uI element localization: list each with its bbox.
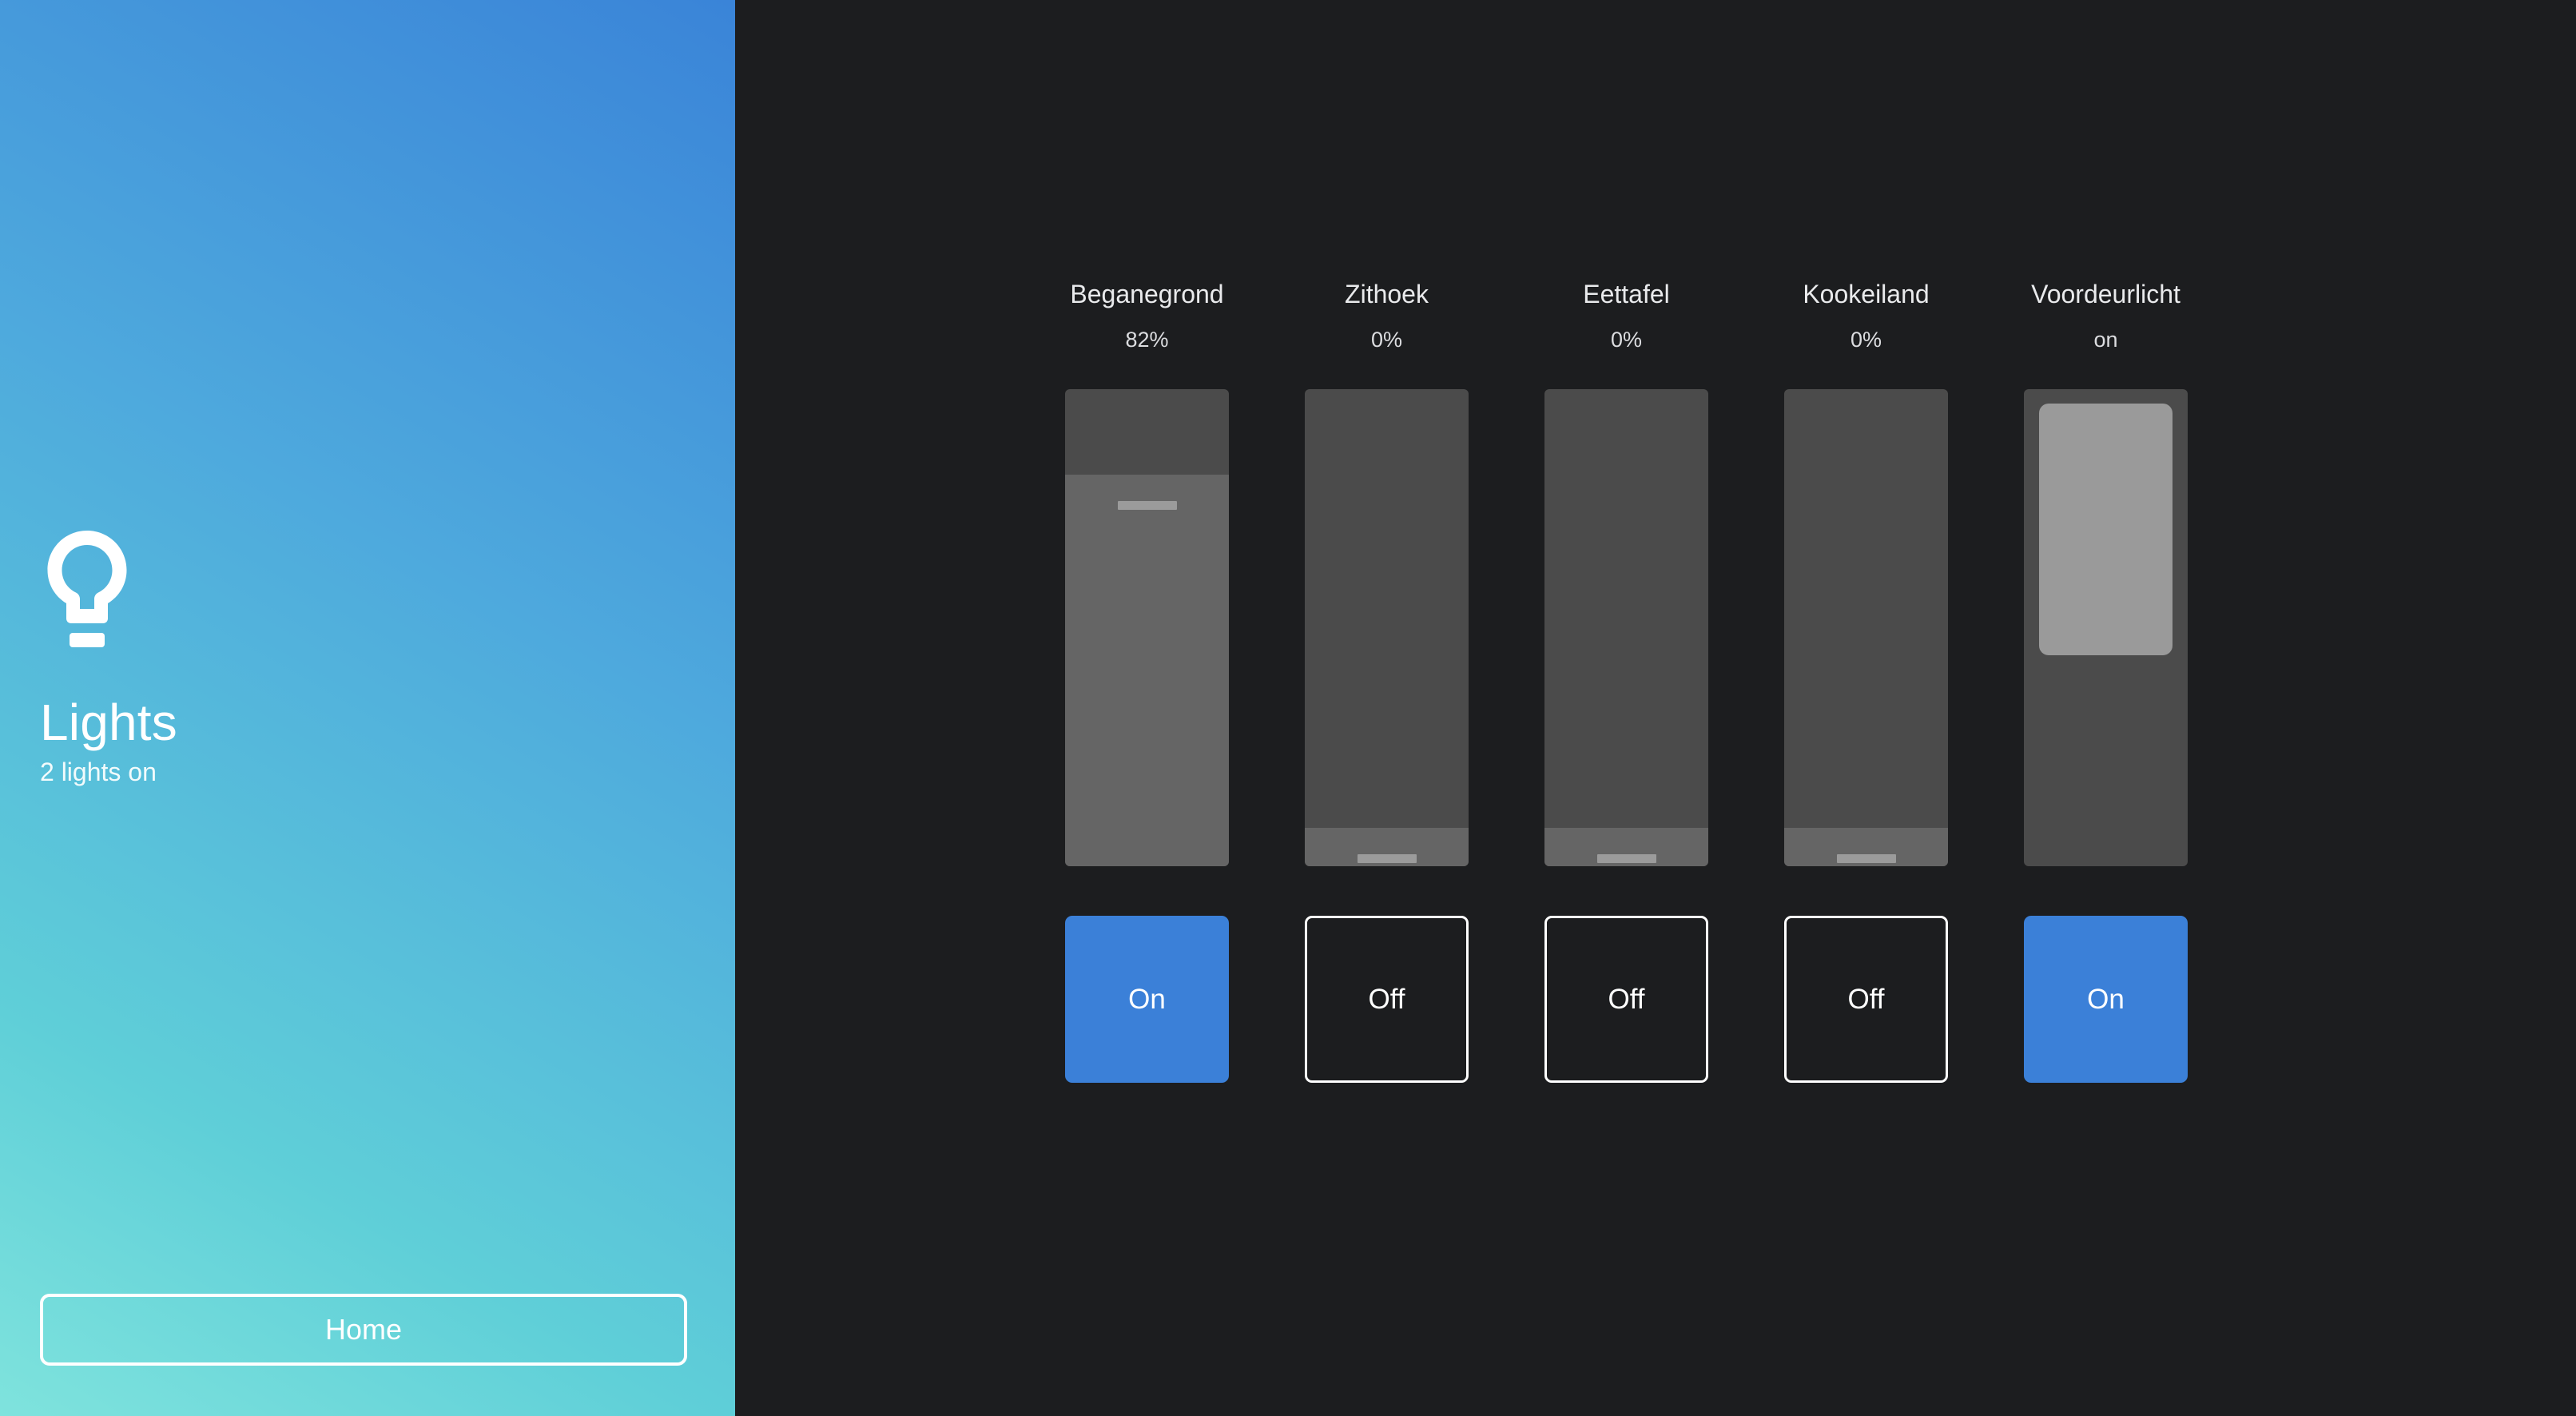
light-state-label: 0% (1610, 328, 1643, 352)
light-name: Voordeurlicht (2031, 280, 2180, 308)
light-state-label: 82% (1125, 328, 1169, 352)
light-name: Beganegrond (1070, 280, 1224, 308)
light-control-zithoek: Zithoek 0% Off (1305, 281, 1469, 1083)
home-button[interactable]: Home (40, 1294, 687, 1366)
light-state-label: 0% (1370, 328, 1403, 352)
light-control-kookeiland: Kookeiland 0% Off (1784, 281, 1948, 1083)
light-control-voordeurlicht: Voordeurlicht on On (2024, 281, 2188, 1083)
light-on-button[interactable]: On (2024, 916, 2188, 1083)
light-control-beganegrond: Beganegrond 82% On (1065, 281, 1229, 1083)
light-on-button[interactable]: On (1065, 916, 1229, 1083)
brightness-slider[interactable] (1065, 389, 1229, 866)
light-name: Kookeiland (1803, 280, 1930, 308)
light-name: Zithoek (1345, 280, 1429, 308)
light-name: Eettafel (1583, 280, 1670, 308)
brightness-slider[interactable] (1784, 389, 1948, 866)
light-state-label: on (2093, 328, 2118, 352)
brightness-slider[interactable] (1544, 389, 1708, 866)
slider-handle[interactable] (1836, 854, 1896, 864)
light-off-button[interactable]: Off (1784, 916, 1948, 1083)
page-title: Lights (40, 694, 177, 751)
sidebar: Lights 2 lights on Home (0, 0, 735, 1416)
light-off-button[interactable]: Off (1305, 916, 1469, 1083)
lights-dashboard: Lights 2 lights on Home Beganegrond 82% On… (0, 0, 2576, 1416)
lightbulb-icon (47, 531, 127, 647)
light-state-label: 0% (1850, 328, 1882, 352)
page-subtitle: 2 lights on (40, 758, 157, 786)
light-control-eettafel: Eettafel 0% Off (1544, 281, 1708, 1083)
sidebar-header: Lights 2 lights on (40, 527, 695, 785)
slider-handle[interactable] (1117, 501, 1177, 511)
light-controls-grid: Beganegrond 82% On Zithoek 0% Off Eettafel 0% Of… (1065, 281, 2188, 1083)
light-off-button[interactable]: Off (1544, 916, 1708, 1083)
slider-handle[interactable] (1596, 854, 1656, 864)
light-switch[interactable] (2024, 389, 2188, 866)
brightness-slider[interactable] (1305, 389, 1469, 866)
slider-fill (1065, 475, 1229, 866)
slider-handle[interactable] (1357, 854, 1417, 864)
main-panel: Beganegrond 82% On Zithoek 0% Off Eettafel 0% Of… (735, 0, 2576, 1416)
switch-knob (2039, 404, 2173, 655)
